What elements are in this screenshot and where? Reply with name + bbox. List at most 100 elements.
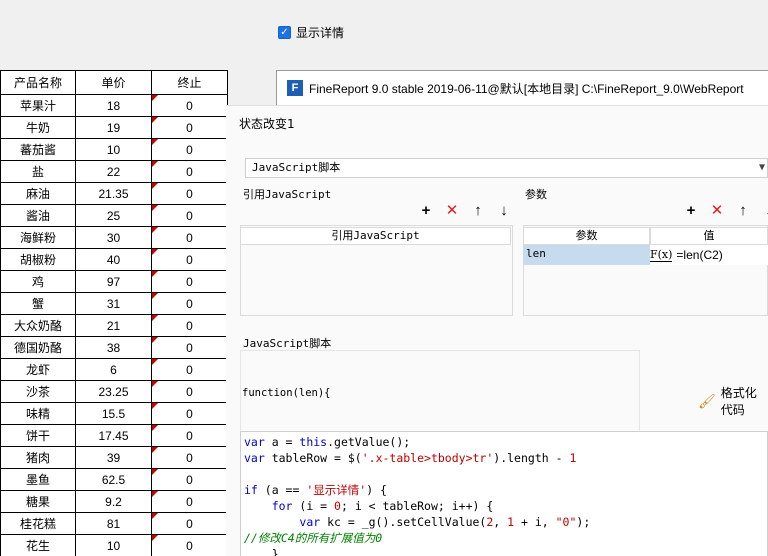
cell-marker-icon <box>152 425 158 431</box>
discontinued-cell[interactable]: 0 <box>151 468 228 491</box>
delete-icon[interactable]: ✕ <box>444 203 460 219</box>
discontinued-cell[interactable]: 0 <box>151 446 228 469</box>
arrow-up-icon[interactable]: ↑ <box>470 203 486 219</box>
product-name-cell[interactable]: 龙虾 <box>0 358 76 381</box>
unit-price-cell[interactable]: 23.25 <box>75 380 152 403</box>
chevron-down-icon[interactable]: ▼ <box>759 159 765 177</box>
unit-price-cell[interactable]: 19 <box>75 116 152 139</box>
product-name-cell[interactable]: 海鲜粉 <box>0 226 76 249</box>
product-name-cell[interactable]: 墨鱼 <box>0 468 76 491</box>
table-row: 海鲜粉 30 0 <box>0 226 228 249</box>
unit-price-cell[interactable]: 38 <box>75 336 152 359</box>
unit-price-cell[interactable]: 97 <box>75 270 152 293</box>
discontinued-cell[interactable]: 0 <box>151 204 228 227</box>
unit-price-cell[interactable]: 81 <box>75 512 152 535</box>
plus-icon[interactable]: + <box>683 203 699 219</box>
unit-price-cell[interactable]: 30 <box>75 226 152 249</box>
table-row: 花生 10 0 <box>0 534 228 556</box>
product-name-cell[interactable]: 鸡 <box>0 270 76 293</box>
product-name-cell[interactable]: 饼干 <box>0 424 76 447</box>
product-name-cell[interactable]: 桂花糕 <box>0 512 76 535</box>
unit-price-cell[interactable]: 62.5 <box>75 468 152 491</box>
checkbox-check-icon[interactable]: ✓ <box>278 26 291 39</box>
discontinued-cell[interactable]: 0 <box>151 292 228 315</box>
unit-price-cell[interactable]: 21 <box>75 314 152 337</box>
discontinued-cell[interactable]: 0 <box>151 512 228 535</box>
cell-marker-icon <box>152 315 158 321</box>
cell-marker-icon <box>152 403 158 409</box>
product-name-cell[interactable]: 胡椒粉 <box>0 248 76 271</box>
product-name-cell[interactable]: 麻油 <box>0 182 76 205</box>
product-name-cell[interactable]: 德国奶酪 <box>0 336 76 359</box>
checkbox-label: 显示详情 <box>296 26 345 40</box>
discontinued-cell[interactable]: 0 <box>151 336 228 359</box>
product-name-cell[interactable]: 蟹 <box>0 292 76 315</box>
cell-marker-icon <box>152 271 158 277</box>
function-header: function(len){ <box>240 350 640 432</box>
unit-price-cell[interactable]: 39 <box>75 446 152 469</box>
discontinued-cell[interactable]: 0 <box>151 424 228 447</box>
discontinued-cell[interactable]: 0 <box>151 402 228 425</box>
discontinued-cell[interactable]: 0 <box>151 116 228 139</box>
delete-icon[interactable]: ✕ <box>709 203 725 219</box>
table-row: 苹果汁 18 0 <box>0 94 228 117</box>
product-name-cell[interactable]: 沙茶 <box>0 380 76 403</box>
function-signature: function(len){ <box>242 387 331 399</box>
unit-price-cell[interactable]: 22 <box>75 160 152 183</box>
product-name-cell[interactable]: 味精 <box>0 402 76 425</box>
discontinued-cell[interactable]: 0 <box>151 138 228 161</box>
discontinued-cell[interactable]: 0 <box>151 94 228 117</box>
table-row: 大众奶酪 21 0 <box>0 314 228 337</box>
discontinued-cell[interactable]: 0 <box>151 226 228 249</box>
discontinued-cell[interactable]: 0 <box>151 358 228 381</box>
type-select[interactable]: JavaScript脚本 ▼ <box>245 158 768 178</box>
js-code-editor[interactable]: var a = this.getValue(); var tableRow = … <box>240 431 768 556</box>
product-name-cell[interactable]: 牛奶 <box>0 116 76 139</box>
param-name-cell[interactable]: len <box>523 245 650 265</box>
product-name-cell[interactable]: 花生 <box>0 534 76 556</box>
cell-marker-icon <box>152 183 158 189</box>
param-value-cell[interactable]: F(x) =len(C2) <box>650 245 768 265</box>
discontinued-cell[interactable]: 0 <box>151 160 228 183</box>
discontinued-cell[interactable]: 0 <box>151 534 228 556</box>
product-name-cell[interactable]: 糖果 <box>0 490 76 513</box>
table-row: 牛奶 19 0 <box>0 116 228 139</box>
arrow-down-icon[interactable]: ↓ <box>496 203 512 219</box>
unit-price-cell[interactable]: 21.35 <box>75 182 152 205</box>
brush-icon: 🖌 <box>698 392 716 409</box>
unit-price-cell[interactable]: 25 <box>75 204 152 227</box>
unit-price-cell[interactable]: 15.5 <box>75 402 152 425</box>
product-name-cell[interactable]: 酱油 <box>0 204 76 227</box>
discontinued-cell[interactable]: 0 <box>151 314 228 337</box>
unit-price-cell[interactable]: 40 <box>75 248 152 271</box>
unit-price-cell[interactable]: 31 <box>75 292 152 315</box>
unit-price-cell[interactable]: 18 <box>75 94 152 117</box>
unit-price-cell[interactable]: 9.2 <box>75 490 152 513</box>
unit-price-cell[interactable]: 17.45 <box>75 424 152 447</box>
arrow-down-icon[interactable]: ↓ <box>761 203 768 219</box>
unit-price-cell[interactable]: 10 <box>75 534 152 556</box>
discontinued-cell[interactable]: 0 <box>151 380 228 403</box>
discontinued-cell[interactable]: 0 <box>151 490 228 513</box>
plus-icon[interactable]: + <box>418 203 434 219</box>
product-name-cell[interactable]: 苹果汁 <box>0 94 76 117</box>
product-name-cell[interactable]: 盐 <box>0 160 76 183</box>
show-detail-checkbox[interactable]: ✓ 显示详情 <box>278 24 344 41</box>
discontinued-cell[interactable]: 0 <box>151 270 228 293</box>
table-row: 盐 22 0 <box>0 160 228 183</box>
discontinued-cell[interactable]: 0 <box>151 248 228 271</box>
discontinued-cell[interactable]: 0 <box>151 182 228 205</box>
unit-price-cell[interactable]: 6 <box>75 358 152 381</box>
window-titlebar: F FineReport 9.0 stable 2019-06-11@默认[本地… <box>277 71 768 105</box>
table-row: 德国奶酪 38 0 <box>0 336 228 359</box>
product-name-cell[interactable]: 蕃茄酱 <box>0 138 76 161</box>
formula-icon[interactable]: F(x) <box>650 248 673 262</box>
arrow-up-icon[interactable]: ↑ <box>735 203 751 219</box>
ref-js-label: 引用JavaScript <box>243 188 332 201</box>
product-name-cell[interactable]: 大众奶酪 <box>0 314 76 337</box>
params-col-value: 值 <box>650 227 768 245</box>
unit-price-cell[interactable]: 10 <box>75 138 152 161</box>
table-row: 蕃茄酱 10 0 <box>0 138 228 161</box>
product-name-cell[interactable]: 猪肉 <box>0 446 76 469</box>
format-code-button[interactable]: 🖌 格式化代码 <box>698 384 768 418</box>
